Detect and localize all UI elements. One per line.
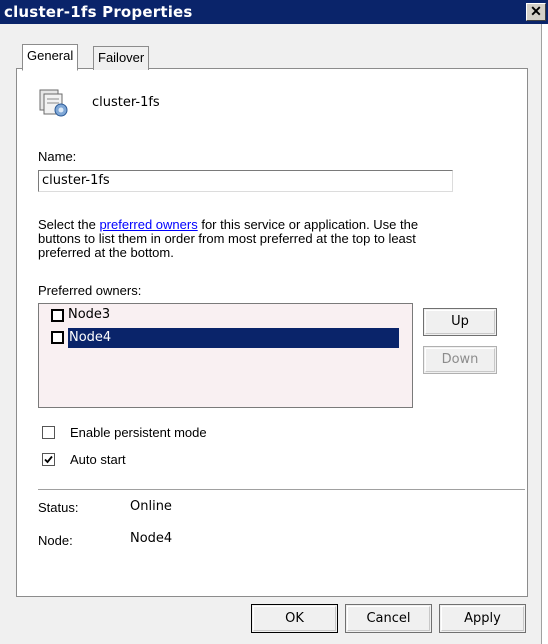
close-icon: ✕ [530,3,542,19]
preferred-owners-label: Preferred owners: [38,283,142,298]
node-value: Node4 [130,531,173,546]
preferred-owners-description: Select the preferred owners for this ser… [38,218,508,260]
tab-general[interactable]: General [22,44,79,71]
description-prefix: Select the [38,217,100,232]
auto-start-checkbox[interactable] [42,453,55,466]
separator [38,489,525,490]
down-button[interactable]: Down [423,346,497,374]
owner-name: Node4 [69,330,112,345]
description-line3: preferred at the bottom. [38,245,174,260]
button-bevel [425,348,495,372]
preferred-owners-list[interactable]: Node3 Node4 [38,303,413,408]
checkmark-icon [44,455,53,464]
button-bevel [425,310,495,334]
name-label: Name: [38,149,77,164]
description-line1-suffix: for this service or application. Use the [197,217,419,232]
selection-highlight [68,328,399,348]
tab-general-label: General [27,48,74,63]
cancel-button[interactable]: Cancel [345,604,432,633]
resource-name: cluster-1fs [92,95,160,110]
list-item[interactable]: Node4 [51,328,399,348]
description-line2: buttons to list them in order from most … [38,231,416,246]
owner-checkbox[interactable] [51,331,64,344]
node-label: Node: [38,533,73,548]
persistent-mode-label: Enable persistent mode [70,425,207,440]
apply-button[interactable]: Apply [439,604,526,633]
owner-name: Node3 [68,307,111,322]
title-bar: cluster-1fs Properties ✕ [0,0,548,24]
auto-start-label: Auto start [70,452,126,467]
window-title: cluster-1fs Properties [4,3,193,21]
tab-failover-label: Failover [98,50,145,65]
list-item[interactable]: Node3 [51,306,391,325]
button-bevel [347,606,430,631]
tab-failover[interactable]: Failover [93,46,150,70]
button-bevel [441,606,524,631]
persistent-mode-checkbox[interactable] [42,426,55,439]
button-bevel [253,606,336,631]
close-button[interactable]: ✕ [526,3,546,21]
ok-button[interactable]: OK [251,604,338,633]
preferred-owners-link[interactable]: preferred owners [99,217,197,232]
name-field[interactable]: cluster-1fs [38,170,453,192]
status-value: Online [130,499,172,514]
status-label: Status: [38,500,79,515]
clustered-service-icon [38,86,70,118]
owner-checkbox[interactable] [51,309,64,322]
up-button[interactable]: Up [423,308,497,336]
